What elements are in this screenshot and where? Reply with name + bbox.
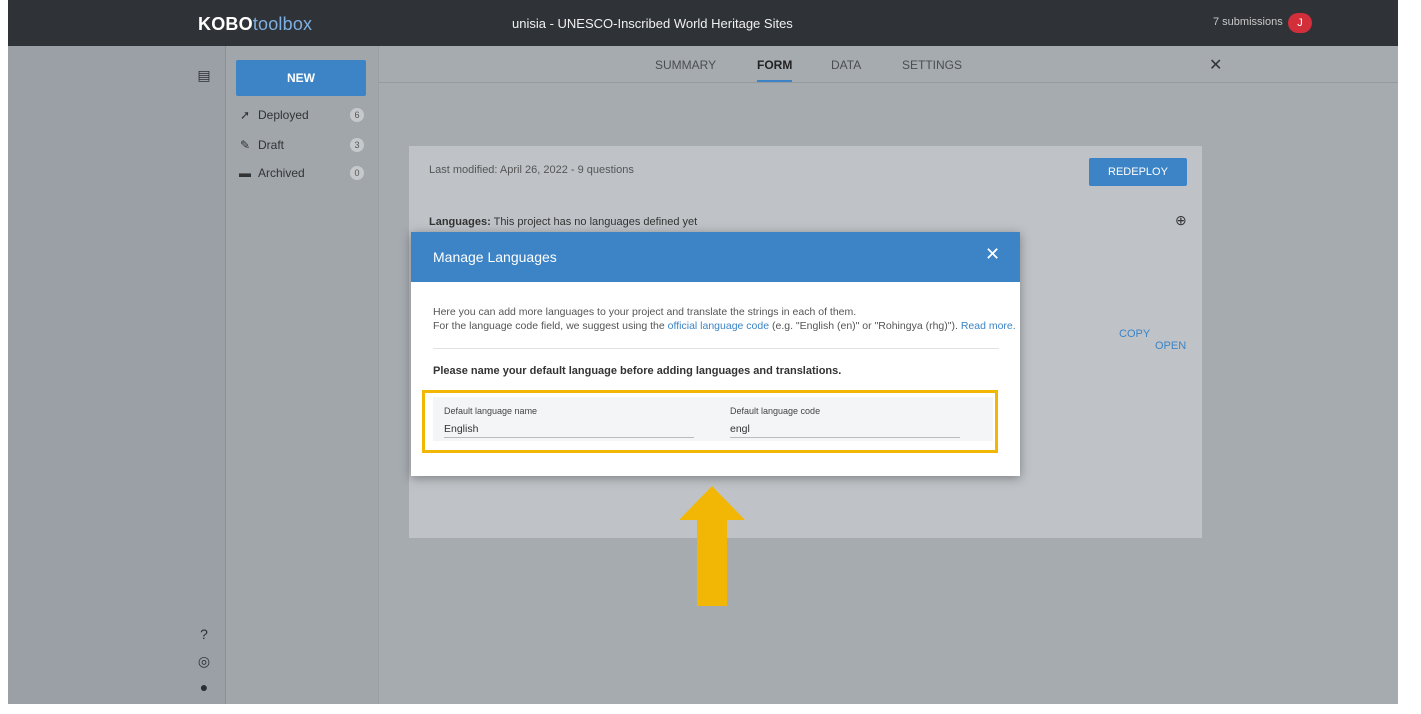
languages-label: Languages:	[429, 216, 491, 228]
help-icon[interactable]: ?	[195, 625, 213, 643]
official-code-link[interactable]: official language code	[668, 320, 769, 332]
globe-icon[interactable]: ⊕	[1175, 212, 1187, 229]
languages-text: This project has no languages defined ye…	[493, 216, 698, 228]
read-more-link[interactable]: Read more.	[961, 320, 1016, 332]
highlight-box	[422, 390, 998, 453]
project-tabs: SUMMARY FORM DATA SETTINGS ✕	[379, 46, 1398, 83]
sidebar-item-label: Deployed	[258, 108, 309, 122]
sidebar-item-archived[interactable]: ▬ Archived 0	[238, 166, 368, 186]
new-button[interactable]: NEW	[236, 60, 366, 96]
languages-line: Languages: This project has no languages…	[429, 216, 697, 228]
close-icon[interactable]: ✕	[1209, 55, 1222, 75]
deployed-icon: ➚	[239, 108, 251, 122]
count-badge: 0	[350, 166, 364, 180]
sidebar-item-draft[interactable]: ✎ Draft 3	[238, 138, 368, 158]
close-icon[interactable]: ✕	[985, 244, 1000, 265]
intro-text-c: For the language code field, we suggest …	[433, 320, 665, 332]
support-icon[interactable]: ◎	[195, 652, 213, 670]
kobo-logo[interactable]: KOBOtoolbox	[198, 14, 312, 35]
tab-data[interactable]: DATA	[831, 58, 861, 72]
modal-intro-line-2: For the language code field, we suggest …	[433, 320, 1016, 332]
modal-intro-line-1: Here you can add more languages to your …	[433, 306, 1003, 318]
redeploy-button[interactable]: REDEPLOY	[1089, 158, 1187, 186]
projects-sidebar: NEW ➚ Deployed 6 ✎ Draft 3 ▬ Archived 0	[226, 46, 378, 704]
tab-form[interactable]: FORM	[757, 58, 793, 82]
copy-open-links: COPY OPEN	[1119, 328, 1202, 352]
count-badge: 3	[350, 138, 364, 152]
projects-icon[interactable]: ▤	[195, 66, 213, 84]
sidebar-item-deployed[interactable]: ➚ Deployed 6	[238, 108, 368, 128]
tab-settings[interactable]: SETTINGS	[902, 58, 962, 72]
open-link[interactable]: OPEN	[1155, 340, 1186, 352]
copy-link[interactable]: COPY	[1119, 328, 1150, 340]
last-modified-text: Last modified: April 26, 2022 - 9 questi…	[429, 164, 634, 176]
default-language-instruction: Please name your default language before…	[433, 365, 842, 377]
sidebar-item-label: Draft	[258, 138, 285, 152]
draft-icon: ✎	[239, 138, 251, 152]
submissions-count: 7 submissions	[1213, 16, 1283, 28]
intro-text-d: (e.g. "English (en)" or "Rohingya (rhg)"…	[771, 320, 958, 332]
count-badge: 6	[350, 108, 364, 122]
modal-title: Manage Languages	[433, 249, 557, 265]
modal-header: Manage Languages ✕	[411, 232, 1020, 282]
divider	[433, 348, 999, 349]
intro-text-a: Here you can add more languages to your …	[433, 306, 664, 318]
avatar[interactable]: J	[1288, 13, 1312, 33]
project-title: unisia - UNESCO-Inscribed World Heritage…	[512, 16, 793, 31]
top-header: KOBOtoolbox unisia - UNESCO-Inscribed Wo…	[8, 0, 1398, 46]
app-frame: KOBOtoolbox unisia - UNESCO-Inscribed Wo…	[8, 0, 1398, 704]
sidebar-item-label: Archived	[258, 166, 305, 180]
github-icon[interactable]: ●	[195, 678, 213, 696]
left-icon-bar: ▤	[183, 46, 226, 704]
logo-prefix: KOBO	[198, 14, 253, 34]
tab-summary[interactable]: SUMMARY	[655, 58, 716, 72]
logo-suffix: toolbox	[252, 14, 313, 34]
intro-text-b: and translate the strings in each of the…	[666, 306, 857, 318]
archive-icon: ▬	[239, 166, 251, 180]
up-arrow-icon	[679, 486, 745, 606]
